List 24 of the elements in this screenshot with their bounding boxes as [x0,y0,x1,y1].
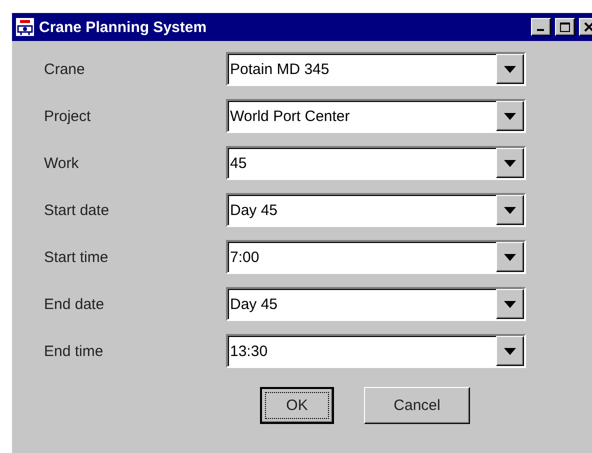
field-label: Start time [44,248,110,266]
dropdown-value: 7:00 [229,248,260,268]
field-label: Start date [44,202,110,218]
dropdown[interactable]: World Port Center [226,99,526,133]
field-label: Crane [44,60,86,78]
dropdown-value: Day 45 [229,200,279,220]
dropdown-value: 13:30 [229,342,269,362]
dropdown[interactable]: 45 [226,146,526,180]
field-label: End date [44,296,106,312]
dropdown[interactable]: 13:30 [226,334,526,368]
window-title: Crane Planning System [39,18,208,36]
dropdown[interactable]: Day 45 [226,287,526,321]
dropdown[interactable]: 7:00 [226,240,526,274]
ok-button[interactable]: OK [260,387,334,424]
dropdown-value: World Port Center [229,106,351,126]
field-label: Work [44,154,80,172]
dropdown-value: 45 [229,154,248,174]
cancel-button[interactable]: Cancel [364,387,470,424]
field-label: End time [44,342,104,360]
dropdown[interactable]: Potain MD 345 [226,52,526,86]
dropdown-value: Day 45 [229,294,279,314]
field-label: Project [44,108,92,124]
dropdown-value: Potain MD 345 [229,60,330,80]
dropdown[interactable]: Day 45 [226,193,526,227]
